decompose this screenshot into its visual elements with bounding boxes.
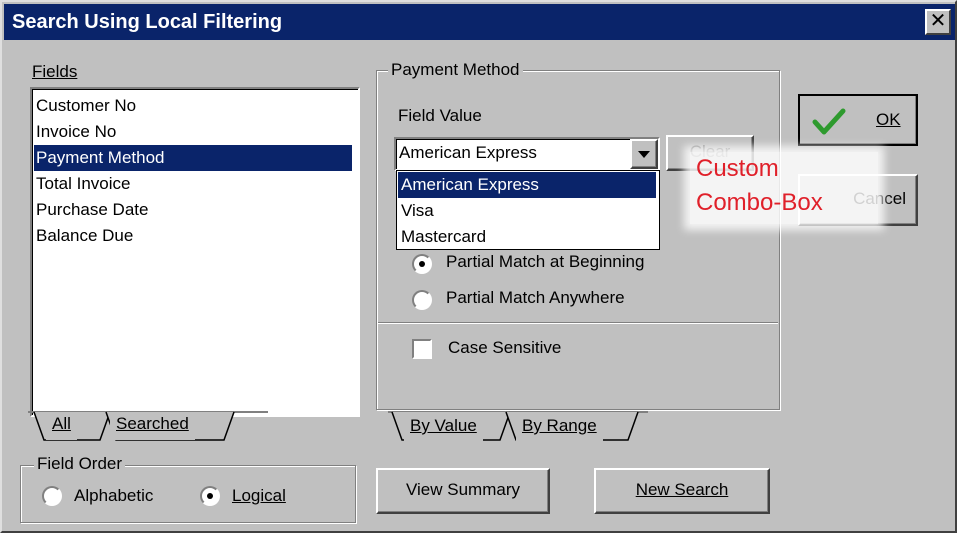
tab-by-value-label: By Value	[410, 416, 477, 435]
dropdown-option-selected[interactable]: American Express	[398, 172, 656, 198]
separator	[378, 322, 778, 324]
partial-beginning-label[interactable]: Partial Match at Beginning	[446, 252, 644, 272]
tab-searched-label: Searched	[116, 414, 189, 433]
logical-label[interactable]: Logical	[232, 486, 286, 506]
radio-dot	[419, 261, 425, 267]
list-item[interactable]: Balance Due	[34, 223, 352, 249]
search-dialog: Search Using Local Filtering ✕ Fields Cu…	[0, 0, 957, 533]
field-value-combo[interactable]: American Express	[394, 137, 660, 171]
list-item[interactable]: Customer No	[34, 93, 352, 119]
triangle-down-icon	[638, 151, 650, 158]
partial-anywhere-radio[interactable]	[412, 290, 432, 310]
partial-anywhere-label[interactable]: Partial Match Anywhere	[446, 288, 625, 308]
fields-listbox[interactable]: Customer No Invoice No Payment Method To…	[30, 87, 360, 417]
tab-by-range-label: By Range	[522, 416, 597, 435]
payment-method-label: Payment Method	[388, 60, 523, 80]
tab-by-range[interactable]: By Range	[516, 414, 603, 442]
partial-beginning-radio[interactable]	[412, 254, 432, 274]
custom-combo-box-callout: Custom Combo-Box	[690, 152, 878, 224]
new-search-label: New Search	[635, 480, 729, 499]
case-sensitive-label[interactable]: Case Sensitive	[448, 338, 561, 358]
logical-label-text: Logical	[232, 486, 286, 505]
new-search-button[interactable]: New Search	[594, 468, 770, 514]
field-value-dropdown-list[interactable]: American Express Visa Mastercard	[396, 170, 660, 250]
close-button[interactable]: ✕	[925, 9, 951, 35]
check-icon	[812, 108, 846, 135]
close-icon: ✕	[929, 10, 947, 32]
logical-radio[interactable]	[200, 486, 220, 506]
fields-label: Fields	[32, 62, 77, 82]
list-item[interactable]: Total Invoice	[34, 171, 352, 197]
tab-all[interactable]: All	[46, 412, 77, 440]
window-title: Search Using Local Filtering	[12, 11, 283, 33]
combo-dropdown-button[interactable]	[630, 139, 658, 169]
alphabetic-radio[interactable]	[42, 486, 62, 506]
tab-by-value[interactable]: By Value	[404, 414, 483, 442]
list-item[interactable]: Purchase Date	[34, 197, 352, 223]
view-summary-label: View Summary	[406, 480, 520, 499]
list-item[interactable]: Invoice No	[34, 119, 352, 145]
tab-all-label: All	[52, 414, 71, 433]
dropdown-option[interactable]: Visa	[398, 198, 656, 224]
callout-line-2: Combo-Box	[696, 189, 823, 216]
callout-line-1: Custom	[696, 155, 779, 182]
radio-dot	[207, 493, 213, 499]
ok-button[interactable]: OK	[798, 94, 918, 146]
ok-label: OK	[876, 110, 901, 129]
list-item-selected[interactable]: Payment Method	[34, 145, 352, 171]
dropdown-option[interactable]: Mastercard	[398, 224, 656, 250]
field-order-label: Field Order	[34, 454, 126, 474]
title-bar[interactable]: Search Using Local Filtering ✕	[4, 4, 955, 40]
field-value-label: Field Value	[398, 106, 482, 125]
alphabetic-label[interactable]: Alphabetic	[74, 486, 153, 506]
case-sensitive-checkbox[interactable]	[412, 339, 432, 359]
fields-label-text: Fields	[32, 62, 78, 81]
tab-searched[interactable]: Searched	[110, 412, 195, 440]
combo-value[interactable]: American Express	[399, 143, 537, 163]
view-summary-button[interactable]: View Summary	[376, 468, 550, 514]
